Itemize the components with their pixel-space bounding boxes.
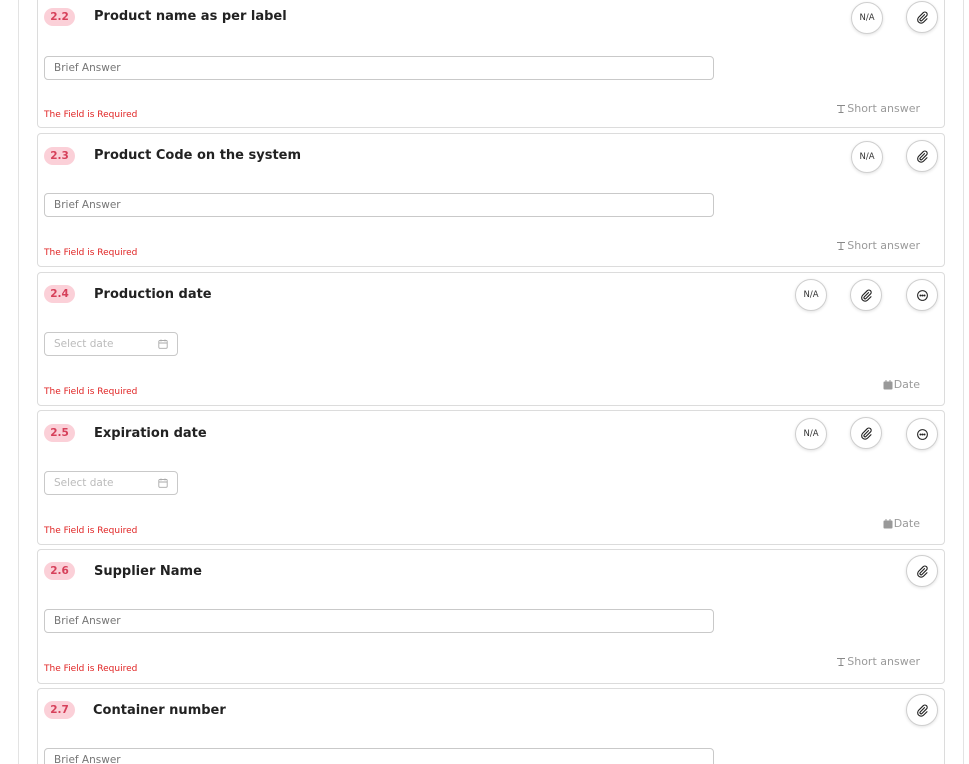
calendar-icon <box>158 478 168 488</box>
question-number-badge: 2.7 <box>44 701 75 719</box>
calendar-icon <box>883 379 893 389</box>
question-title: Production date <box>94 287 212 302</box>
question-type-label: Date <box>893 378 920 391</box>
brief-answer-input[interactable] <box>44 56 714 80</box>
attach-button[interactable] <box>850 279 882 311</box>
question-type-label: Date <box>893 517 920 530</box>
question-number-badge: 2.5 <box>44 424 75 442</box>
comment-button[interactable] <box>906 418 938 450</box>
date-placeholder: Select date <box>54 477 114 489</box>
question-title: Product Code on the system <box>94 148 302 163</box>
question-type-label: Short answer <box>847 239 920 252</box>
date-picker-input[interactable]: Select date <box>44 332 178 356</box>
question-number-badge: 2.4 <box>44 285 75 303</box>
question-card-2-7: 2.7 Container number <box>37 688 945 764</box>
date-placeholder: Select date <box>54 338 114 350</box>
question-card-2-4: 2.4 Production date N/A Select date The … <box>37 272 945 406</box>
paperclip-icon <box>916 704 928 717</box>
na-button[interactable]: N/A <box>851 141 883 173</box>
paperclip-icon <box>916 150 928 163</box>
question-type-tag: Short answer <box>836 239 920 252</box>
required-error: The Field is Required <box>44 664 138 674</box>
question-title: Product name as per label <box>94 9 287 24</box>
question-title: Supplier Name <box>94 564 202 579</box>
comment-icon <box>916 428 928 440</box>
question-card-2-3: 2.3 Product Code on the system N/A The F… <box>37 133 945 267</box>
question-type-tag: Date <box>883 517 920 530</box>
required-error: The Field is Required <box>44 248 138 258</box>
na-button[interactable]: N/A <box>795 418 827 450</box>
question-title: Expiration date <box>94 426 207 441</box>
brief-answer-input[interactable] <box>44 609 714 633</box>
required-error: The Field is Required <box>44 110 138 120</box>
question-type-tag: Short answer <box>836 655 920 668</box>
question-number-badge: 2.3 <box>44 147 75 165</box>
required-error: The Field is Required <box>44 387 138 397</box>
paperclip-icon <box>916 11 928 24</box>
question-number-badge: 2.2 <box>44 8 75 26</box>
paperclip-icon <box>916 565 928 578</box>
question-type-tag: Date <box>883 378 920 391</box>
calendar-icon <box>158 339 168 349</box>
question-title: Container number <box>93 703 226 718</box>
attach-button[interactable] <box>906 694 938 726</box>
attach-button[interactable] <box>906 140 938 172</box>
paperclip-icon <box>860 289 872 302</box>
calendar-icon <box>883 518 893 528</box>
question-type-tag: Short answer <box>836 102 920 115</box>
paperclip-icon <box>860 427 872 440</box>
question-card-2-2: 2.2 Product name as per label N/A The Fi… <box>37 0 945 128</box>
brief-answer-input[interactable] <box>44 193 714 217</box>
required-error: The Field is Required <box>44 526 138 536</box>
text-type-icon <box>837 104 846 113</box>
na-button[interactable]: N/A <box>795 279 827 311</box>
attach-button[interactable] <box>850 417 882 449</box>
question-card-2-6: 2.6 Supplier Name The Field is Required … <box>37 549 945 684</box>
date-picker-input[interactable]: Select date <box>44 471 178 495</box>
text-type-icon <box>837 657 846 666</box>
question-card-2-5: 2.5 Expiration date N/A Select date The … <box>37 410 945 545</box>
attach-button[interactable] <box>906 555 938 587</box>
question-type-label: Short answer <box>847 102 920 115</box>
comment-icon <box>916 289 928 301</box>
comment-button[interactable] <box>906 279 938 311</box>
question-type-label: Short answer <box>847 655 920 668</box>
na-button[interactable]: N/A <box>851 2 883 34</box>
text-type-icon <box>837 241 846 250</box>
brief-answer-input[interactable] <box>44 748 714 764</box>
attach-button[interactable] <box>906 1 938 33</box>
question-number-badge: 2.6 <box>44 562 75 580</box>
